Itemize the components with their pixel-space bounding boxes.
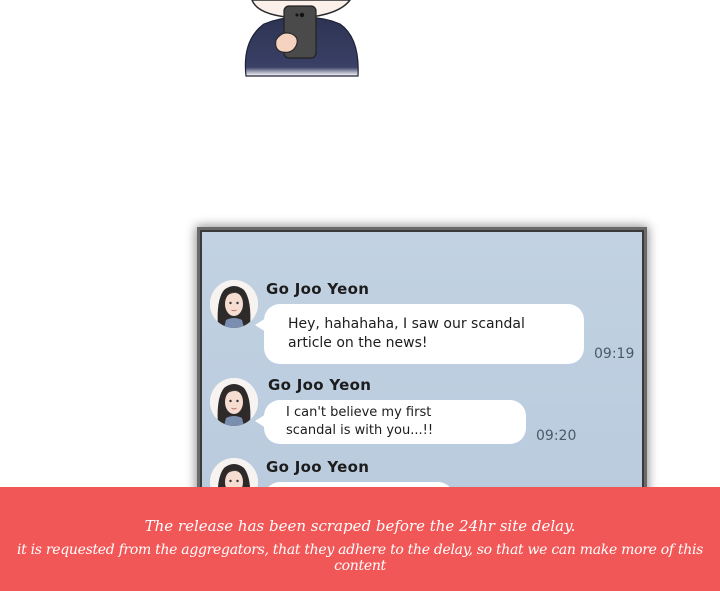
message-time: 09:19	[594, 346, 635, 362]
message-text-line: article on the news!	[288, 334, 428, 351]
message-text-line: I can't believe my first	[286, 405, 432, 420]
message-bubble: Hey, hahahaha, I saw our scandal article…	[255, 304, 584, 364]
character-illustration	[238, 0, 368, 80]
message-text-line: scandal is with you...!!	[286, 422, 434, 438]
message-time: 09:20	[536, 428, 577, 444]
message-bubble: I can't believe my first scandal is with…	[255, 400, 526, 444]
notice-line: The release has been scraped before the …	[144, 517, 576, 535]
chat-screen: Go Joo Yeon Hey, hahahaha, I saw our sca…	[200, 230, 644, 530]
avatar-icon	[210, 378, 258, 426]
sender-name: Go Joo Yeon	[268, 376, 372, 394]
notice-line: it is requested from the aggregators, th…	[16, 542, 704, 574]
sender-name: Go Joo Yeon	[266, 458, 370, 476]
notice-banner: The release has been scraped before the …	[0, 487, 720, 591]
sender-name: Go Joo Yeon	[266, 280, 370, 298]
avatar-icon	[210, 280, 258, 328]
message-text-line: Hey, hahahaha, I saw our scandal	[288, 316, 525, 332]
